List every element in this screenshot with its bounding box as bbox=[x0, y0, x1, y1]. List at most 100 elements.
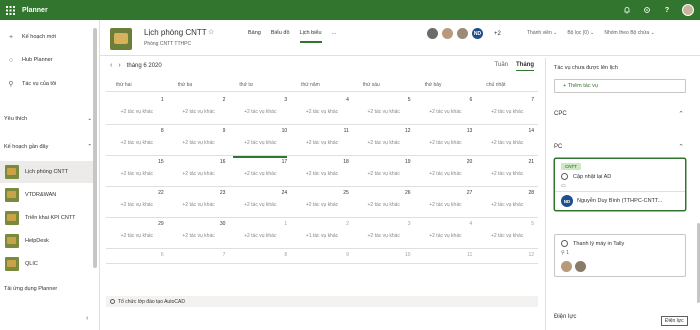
calendar-day-cell[interactable]: 28 +2 tác vụ khác bbox=[476, 187, 538, 218]
more-tasks-link[interactable]: +2 tác vụ khác bbox=[168, 109, 230, 115]
more-tasks-link[interactable]: +2 tác vụ khác bbox=[168, 233, 230, 239]
calendar-day-cell[interactable]: 14 +2 tác vụ khác bbox=[476, 125, 538, 156]
more-tasks-link[interactable]: +2 tác vụ khác bbox=[168, 171, 230, 177]
more-tasks-link[interactable]: +2 tác vụ khác bbox=[168, 140, 230, 146]
nav-new-plan[interactable]: + Kế hoạch mới bbox=[0, 29, 92, 45]
recent-section[interactable]: Kế hoạch gần đây ⌃ bbox=[4, 144, 92, 150]
calendar-day-cell[interactable]: 16 +2 tác vụ khác bbox=[167, 156, 230, 187]
tab-board[interactable]: Bảng bbox=[248, 30, 261, 39]
more-tasks-link[interactable]: +2 tác vụ khác bbox=[229, 233, 291, 239]
bell-icon[interactable] bbox=[622, 5, 632, 15]
calendar-day-cell[interactable]: 1 +2 tác vụ khác bbox=[106, 94, 168, 125]
more-tasks-link[interactable]: +2 tác vụ khác bbox=[415, 233, 477, 239]
more-tasks-link[interactable]: +2 tác vụ khác bbox=[291, 171, 353, 177]
members-dropdown[interactable]: Thành viên ⌄ bbox=[527, 30, 557, 36]
calendar-day-cell[interactable]: 2 +1 tác vụ khác bbox=[291, 218, 353, 249]
more-tasks-link[interactable]: +2 tác vụ khác bbox=[476, 202, 538, 208]
calendar-day-cell[interactable]: 1 +2 tác vụ khác bbox=[229, 218, 292, 249]
nav-hub[interactable]: ○ Hub Planner bbox=[0, 52, 92, 68]
more-tasks-link[interactable]: +2 tác vụ khác bbox=[353, 171, 415, 177]
plan-item-lich-phong-cntt[interactable]: Lịch phòng CNTT bbox=[0, 161, 94, 183]
calendar-day-cell[interactable]: 19 +2 tác vụ khác bbox=[352, 156, 415, 187]
calendar-task-bar[interactable]: Tổ chức lớp đào tạo AutoCAD bbox=[106, 296, 538, 307]
calendar-day-cell[interactable]: 7 bbox=[167, 249, 230, 264]
calendar-day-cell[interactable]: 6 bbox=[106, 249, 168, 264]
task-assignee[interactable]: ND Nguyễn Duy Bình (TTHPC-CNTT... bbox=[555, 191, 685, 210]
calendar-day-cell[interactable]: 9 +2 tác vụ khác bbox=[167, 125, 230, 156]
gear-icon[interactable] bbox=[642, 5, 652, 15]
help-icon[interactable]: ? bbox=[662, 5, 672, 15]
calendar-day-cell[interactable]: 5 +2 tác vụ khác bbox=[352, 94, 415, 125]
add-task-button[interactable]: + Thêm tác vụ bbox=[554, 79, 686, 93]
calendar-day-cell[interactable]: 11 +2 tác vụ khác bbox=[291, 125, 353, 156]
plan-item-vtdr-wan[interactable]: VTDR&WAN bbox=[0, 184, 94, 206]
more-tasks-link[interactable]: +2 tác vụ khác bbox=[415, 109, 477, 115]
calendar-day-cell[interactable]: 12 bbox=[476, 249, 538, 264]
tab-charts[interactable]: Biểu đồ bbox=[271, 30, 290, 39]
calendar-day-cell[interactable]: 13 +2 tác vụ khác bbox=[414, 125, 477, 156]
calendar-day-cell[interactable]: 24 +2 tác vụ khác bbox=[229, 187, 292, 218]
more-tasks-link[interactable]: +2 tác vụ khác bbox=[229, 202, 291, 208]
month-label[interactable]: tháng 6 2020 bbox=[127, 63, 162, 69]
complete-checkbox[interactable] bbox=[561, 240, 568, 247]
calendar-day-cell[interactable]: 22 +2 tác vụ khác bbox=[106, 187, 168, 218]
member-avatar[interactable] bbox=[441, 27, 454, 40]
month-view-button[interactable]: Tháng bbox=[516, 62, 534, 71]
bucket-cpc[interactable]: CPC ⌃ bbox=[554, 110, 684, 118]
chevron-right-icon[interactable]: › bbox=[118, 62, 120, 69]
calendar-day-cell[interactable]: 8 +2 tác vụ khác bbox=[106, 125, 168, 156]
plan-group[interactable]: Phòng CNTT TTHPC bbox=[144, 41, 191, 47]
member-avatar[interactable] bbox=[456, 27, 469, 40]
nav-scrollbar[interactable] bbox=[93, 28, 97, 268]
calendar-day-cell[interactable]: 10 +2 tác vụ khác bbox=[229, 125, 292, 156]
calendar-day-cell[interactable]: 29 +2 tác vụ khác bbox=[106, 218, 168, 249]
calendar-day-cell[interactable]: 7 +2 tác vụ khác bbox=[476, 94, 538, 125]
more-tasks-link[interactable]: +2 tác vụ khác bbox=[476, 171, 538, 177]
more-tasks-link[interactable]: +2 tác vụ khác bbox=[229, 171, 291, 177]
more-tasks-link[interactable]: +2 tác vụ khác bbox=[415, 140, 477, 146]
calendar-day-cell[interactable]: 8 bbox=[229, 249, 292, 264]
member-avatar[interactable] bbox=[426, 27, 439, 40]
calendar-day-cell[interactable]: 10 bbox=[352, 249, 415, 264]
tab-schedule[interactable]: Lịch biểu bbox=[299, 30, 322, 43]
more-tasks-link[interactable]: +2 tác vụ khác bbox=[291, 202, 353, 208]
calendar-day-cell[interactable]: 5 +2 tác vụ khác bbox=[476, 218, 538, 249]
more-tasks-link[interactable]: +2 tác vụ khác bbox=[106, 109, 168, 115]
more-tasks-link[interactable]: +2 tác vụ khác bbox=[415, 171, 477, 177]
complete-checkbox[interactable] bbox=[561, 173, 568, 180]
week-view-button[interactable]: Tuần bbox=[495, 62, 508, 68]
calendar-day-cell[interactable]: 15 +2 tác vụ khác bbox=[106, 156, 168, 187]
more-tasks-link[interactable]: +2 tác vụ khác bbox=[476, 109, 538, 115]
group-by-dropdown[interactable]: Nhóm theo Bộ chứa ⌄ bbox=[604, 30, 654, 36]
plan-item-trien-khai-kpi[interactable]: Triển khai KPI CNTT bbox=[0, 207, 94, 229]
calendar-day-cell[interactable]: 3 +2 tác vụ khác bbox=[229, 94, 292, 125]
more-tasks-link[interactable]: +2 tác vụ khác bbox=[476, 140, 538, 146]
more-tasks-link[interactable]: +2 tác vụ khác bbox=[353, 140, 415, 146]
more-tasks-link[interactable]: +2 tác vụ khác bbox=[476, 233, 538, 239]
get-app-link[interactable]: Tải ứng dụng Planner bbox=[4, 286, 57, 292]
calendar-day-cell[interactable]: 30 +2 tác vụ khác bbox=[167, 218, 230, 249]
more-tasks-link[interactable]: +2 tác vụ khác bbox=[291, 109, 353, 115]
member-avatar-nd[interactable]: ND bbox=[471, 27, 484, 40]
filter-dropdown[interactable]: Bộ lọc (0) ⌄ bbox=[567, 30, 594, 36]
calendar-day-cell[interactable]: 3 +2 tác vụ khác bbox=[352, 218, 415, 249]
calendar-day-cell[interactable]: 4 +2 tác vụ khác bbox=[414, 218, 477, 249]
more-tasks-link[interactable]: +1 tác vụ khác bbox=[291, 233, 353, 239]
more-tasks-link[interactable]: +2 tác vụ khác bbox=[106, 140, 168, 146]
assignee-avatars[interactable] bbox=[555, 258, 685, 276]
calendar-day-cell[interactable]: 21 +2 tác vụ khác bbox=[476, 156, 538, 187]
favorites-section[interactable]: Yêu thích ⌄ bbox=[4, 116, 92, 122]
more-tasks-link[interactable]: +2 tác vụ khác bbox=[168, 202, 230, 208]
more-tasks-link[interactable]: +2 tác vụ khác bbox=[353, 202, 415, 208]
calendar-day-cell[interactable]: 25 +2 tác vụ khác bbox=[291, 187, 353, 218]
more-tasks-link[interactable]: +2 tác vụ khác bbox=[229, 109, 291, 115]
more-tasks-link[interactable]: +2 tác vụ khác bbox=[353, 109, 415, 115]
bucket-pc[interactable]: PC ⌃ bbox=[554, 143, 684, 151]
calendar-day-cell[interactable]: 2 +2 tác vụ khác bbox=[167, 94, 230, 125]
app-launcher-icon[interactable] bbox=[0, 0, 20, 20]
calendar-day-cell[interactable]: 27 +2 tác vụ khác bbox=[414, 187, 477, 218]
user-avatar[interactable] bbox=[682, 4, 694, 16]
star-icon[interactable]: ☆ bbox=[208, 28, 214, 36]
task-card[interactable]: CNTT Cập nhật lại AD ▭ ND Nguyễn Duy Bìn… bbox=[554, 158, 686, 211]
more-tasks-link[interactable]: +2 tác vụ khác bbox=[415, 202, 477, 208]
